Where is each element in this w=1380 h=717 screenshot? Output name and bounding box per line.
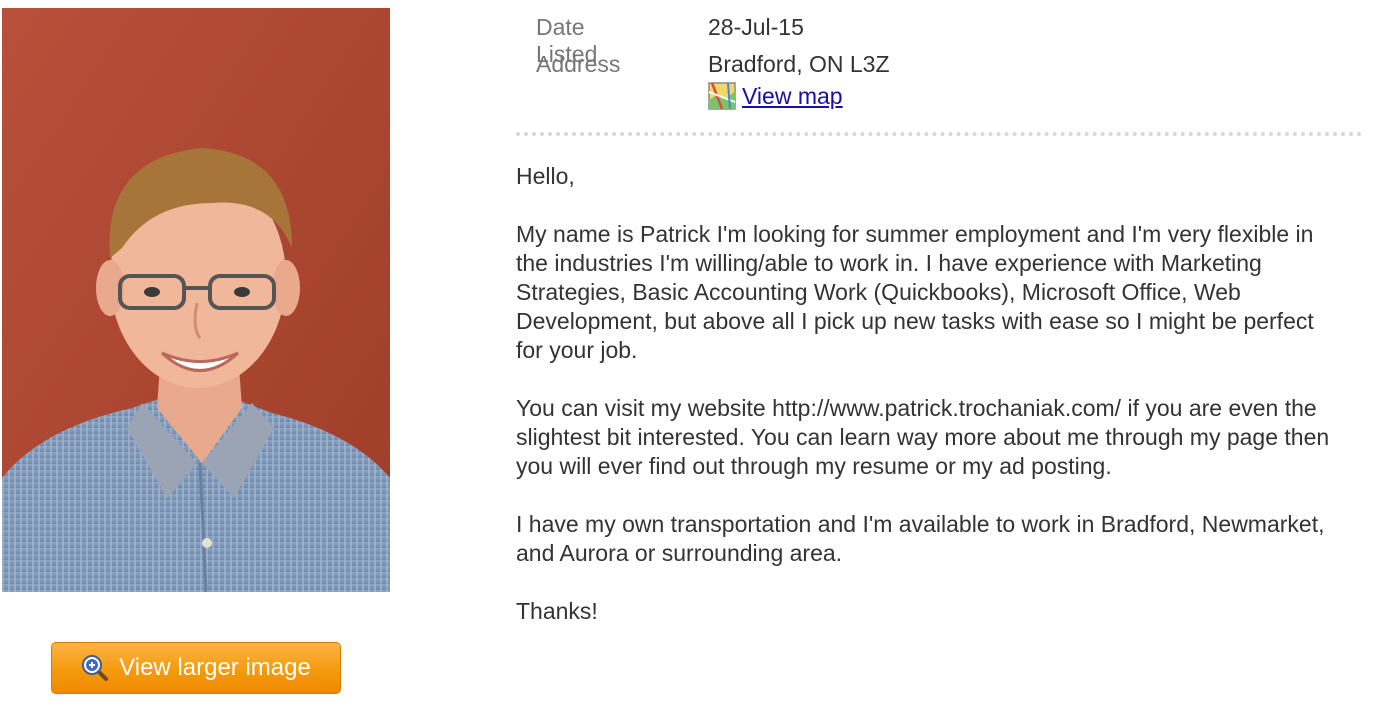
profile-photo[interactable] [2,8,390,592]
description-paragraph-3: I have my own transportation and I'm ava… [516,511,1325,566]
description-paragraph-2: You can visit my website http://www.patr… [516,395,1330,479]
section-divider [516,132,1362,136]
view-larger-image-button[interactable]: View larger image [51,642,341,694]
ad-description: Hello, My name is Patrick I'm looking fo… [516,162,1336,655]
view-map-link[interactable]: View map [742,83,843,110]
description-greeting: Hello, [516,163,575,189]
view-map-link-group[interactable]: View map [708,82,843,110]
description-paragraph-1: My name is Patrick I'm looking for summe… [516,221,1314,363]
address-label: Address [536,51,621,77]
map-icon[interactable] [708,82,736,110]
zoom-in-icon [82,655,109,681]
date-listed-value: 28-Jul-15 [708,14,804,40]
address-value: Bradford, ON L3Z [708,51,890,77]
view-larger-image-label: View larger image [119,654,311,681]
description-closing: Thanks! [516,598,598,624]
ad-page: View larger image Date Listed 28-Jul-15 … [0,0,1380,717]
